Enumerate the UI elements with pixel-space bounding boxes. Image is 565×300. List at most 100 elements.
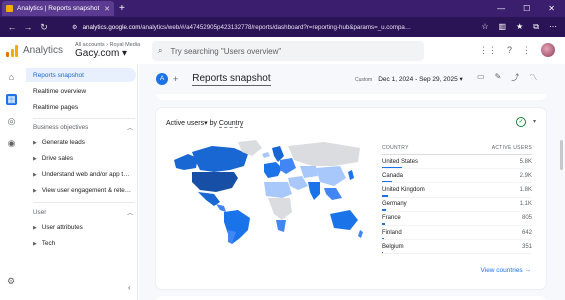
sidebar-item-reports-snapshot[interactable]: Reports snapshot (26, 68, 136, 82)
table-body: United States 5.8K Canada 2.9K United Kingdo… (382, 155, 532, 255)
customize-report-icon[interactable]: ▭ (477, 72, 485, 83)
country-name: Germany (382, 201, 407, 208)
browser-toolbar: ← → ↻ ⚙ analytics.google.com/analytics/w… (0, 17, 565, 37)
search-icon: ⌕ (158, 46, 163, 55)
card-metric[interactable]: Active users (166, 120, 204, 127)
divider (33, 118, 135, 119)
back-icon[interactable]: ← (4, 22, 20, 32)
sidebar-item-drive-sales[interactable]: ▶ Drive sales (33, 155, 137, 162)
home-icon[interactable]: ⌂ (6, 72, 17, 83)
table-row[interactable]: United States 5.8K (382, 155, 532, 170)
map-region-north-africa (264, 182, 292, 198)
sidebar-item-realtime-pages[interactable]: Realtime pages (26, 100, 136, 114)
active-users-bar (382, 237, 385, 240)
admin-gear-icon[interactable]: ⚙ (7, 276, 15, 287)
sidebar-item-generate-leads[interactable]: ▶ Generate leads (33, 139, 137, 146)
data-quality-check-icon[interactable]: ✓ (516, 117, 526, 127)
browser-tab[interactable]: Analytics | Reports snapshot ✕ (2, 1, 114, 16)
scrollbar[interactable] (560, 140, 563, 170)
country-name: United Kingdom (382, 186, 425, 193)
section-business-objectives[interactable]: Business objectives ︿ (33, 123, 133, 132)
more-options-icon[interactable]: ⋮ (522, 45, 531, 56)
property-name: Gacy.com ▾ (75, 48, 128, 60)
map-region-central-america (216, 204, 226, 212)
table-row[interactable]: Germany 1.1K (382, 198, 532, 212)
help-icon[interactable]: ? (507, 45, 512, 55)
analytics-logo-icon (6, 44, 18, 57)
chevron-down-icon[interactable]: ▾ (533, 118, 536, 125)
date-range-picker[interactable]: Custom Dec 1, 2024 - Sep 29, 2025 ▾ (355, 75, 463, 83)
active-users-value: 1.1K (519, 201, 532, 208)
country-name: Canada (382, 172, 404, 179)
account-picker[interactable]: All accounts › Royal Media Gacy.com ▾ (75, 42, 140, 59)
explore-icon[interactable]: ◎ (6, 116, 17, 127)
map-region-south-america (224, 210, 250, 244)
previous-card (156, 94, 546, 100)
col-header-active-users[interactable]: ACTIVE USERS (492, 145, 532, 151)
favorites-icon[interactable]: ★ (516, 22, 523, 32)
country-name: France (382, 215, 401, 222)
active-users-value: 5.8K (519, 158, 532, 165)
search-placeholder: Try searching "Users overview" (170, 46, 282, 56)
table-row[interactable]: United Kingdom 1.8K (382, 183, 532, 198)
app-name: Analytics (23, 45, 64, 56)
date-range: Dec 1, 2024 - Sep 29, 2025 ▾ (378, 76, 463, 83)
country-name: United States (382, 158, 419, 165)
card-title-by: ▾ by (204, 120, 219, 127)
next-card (156, 296, 546, 300)
comparison-avatar[interactable]: A (156, 73, 168, 85)
map-region-western-europe (264, 162, 282, 178)
expand-arrow-icon: ▶ (33, 155, 37, 162)
url-host: analytics.google.com (82, 23, 141, 31)
share-icon[interactable]: ⤴ (511, 72, 519, 83)
expand-arrow-icon: ▶ (33, 240, 37, 247)
active-users-by-country-card: Active users▾ by Country ✓ ▾ COUNTRY ACT… (156, 108, 546, 289)
map-region-central-asia (300, 166, 318, 178)
advertising-icon[interactable]: ◉ (6, 138, 17, 149)
avatar[interactable] (541, 43, 555, 57)
reports-icon[interactable]: ▦ (6, 94, 17, 105)
map-region-iceland (262, 152, 270, 158)
table-row[interactable]: Canada 2.9K (382, 169, 532, 184)
search-input[interactable]: ⌕ Try searching "Users overview" (152, 41, 424, 61)
split-view-icon[interactable]: ▥ (499, 22, 507, 32)
sidebar-item-user-engagement[interactable]: ▶ View user engagement & rete… (33, 187, 137, 194)
sidebar-item-user-attributes[interactable]: ▶ User attributes (33, 224, 137, 231)
forward-icon[interactable]: → (20, 22, 36, 32)
site-info-icon[interactable]: ⚙ (72, 24, 78, 31)
maximize-icon[interactable]: ☐ (523, 4, 530, 13)
close-tab-icon[interactable]: ✕ (104, 5, 110, 13)
address-bar[interactable]: ⚙ analytics.google.com/analytics/web/#/a… (72, 20, 462, 34)
card-dimension[interactable]: Country (218, 120, 244, 128)
apps-grid-icon[interactable]: ⋮⋮ (479, 45, 497, 56)
map-region-southeast-asia (324, 188, 342, 200)
browser-menu-icon[interactable]: ⋯ (549, 22, 557, 32)
sidebar-item-understand-traffic[interactable]: ▶ Understand web and/or app t… (33, 171, 137, 178)
browser-tab-bar: Analytics | Reports snapshot ✕ + — ☐ ✕ (0, 0, 565, 17)
bookmark-star-icon[interactable]: ☆ (481, 22, 488, 32)
analytics-header: Analytics All accounts › Royal Media Gac… (0, 37, 565, 64)
insights-icon[interactable]: ✎ (495, 72, 502, 83)
collections-icon[interactable]: ⧉ (533, 22, 539, 32)
reports-sidebar: Reports snapshot Realtime overview Realt… (24, 64, 138, 300)
view-countries-link[interactable]: View countries → (481, 267, 531, 274)
trend-icon[interactable]: 〽 (529, 72, 537, 83)
table-row[interactable]: Belgium 351 (382, 240, 532, 255)
col-header-country[interactable]: COUNTRY (382, 145, 409, 151)
minimize-icon[interactable]: — (497, 4, 505, 13)
close-window-icon[interactable]: ✕ (548, 4, 555, 13)
table-header: COUNTRY ACTIVE USERS (382, 145, 532, 155)
add-comparison-icon[interactable]: + (173, 74, 178, 84)
reload-icon[interactable]: ↻ (36, 22, 52, 33)
chevron-up-icon: ︿ (126, 126, 133, 132)
table-row[interactable]: France 805 (382, 212, 532, 226)
expand-arrow-icon: ▶ (33, 187, 37, 194)
card-title: Active users▾ by Country (166, 119, 244, 128)
section-user[interactable]: User ︿ (33, 208, 133, 217)
table-row[interactable]: Finland 642 (382, 226, 532, 241)
collapse-sidebar-icon[interactable]: ‹ (128, 283, 131, 292)
sidebar-item-tech[interactable]: ▶ Tech (33, 240, 137, 247)
new-tab-icon[interactable]: + (119, 3, 125, 14)
analytics-favicon-icon (6, 5, 13, 12)
sidebar-item-realtime-overview[interactable]: Realtime overview (26, 84, 136, 98)
